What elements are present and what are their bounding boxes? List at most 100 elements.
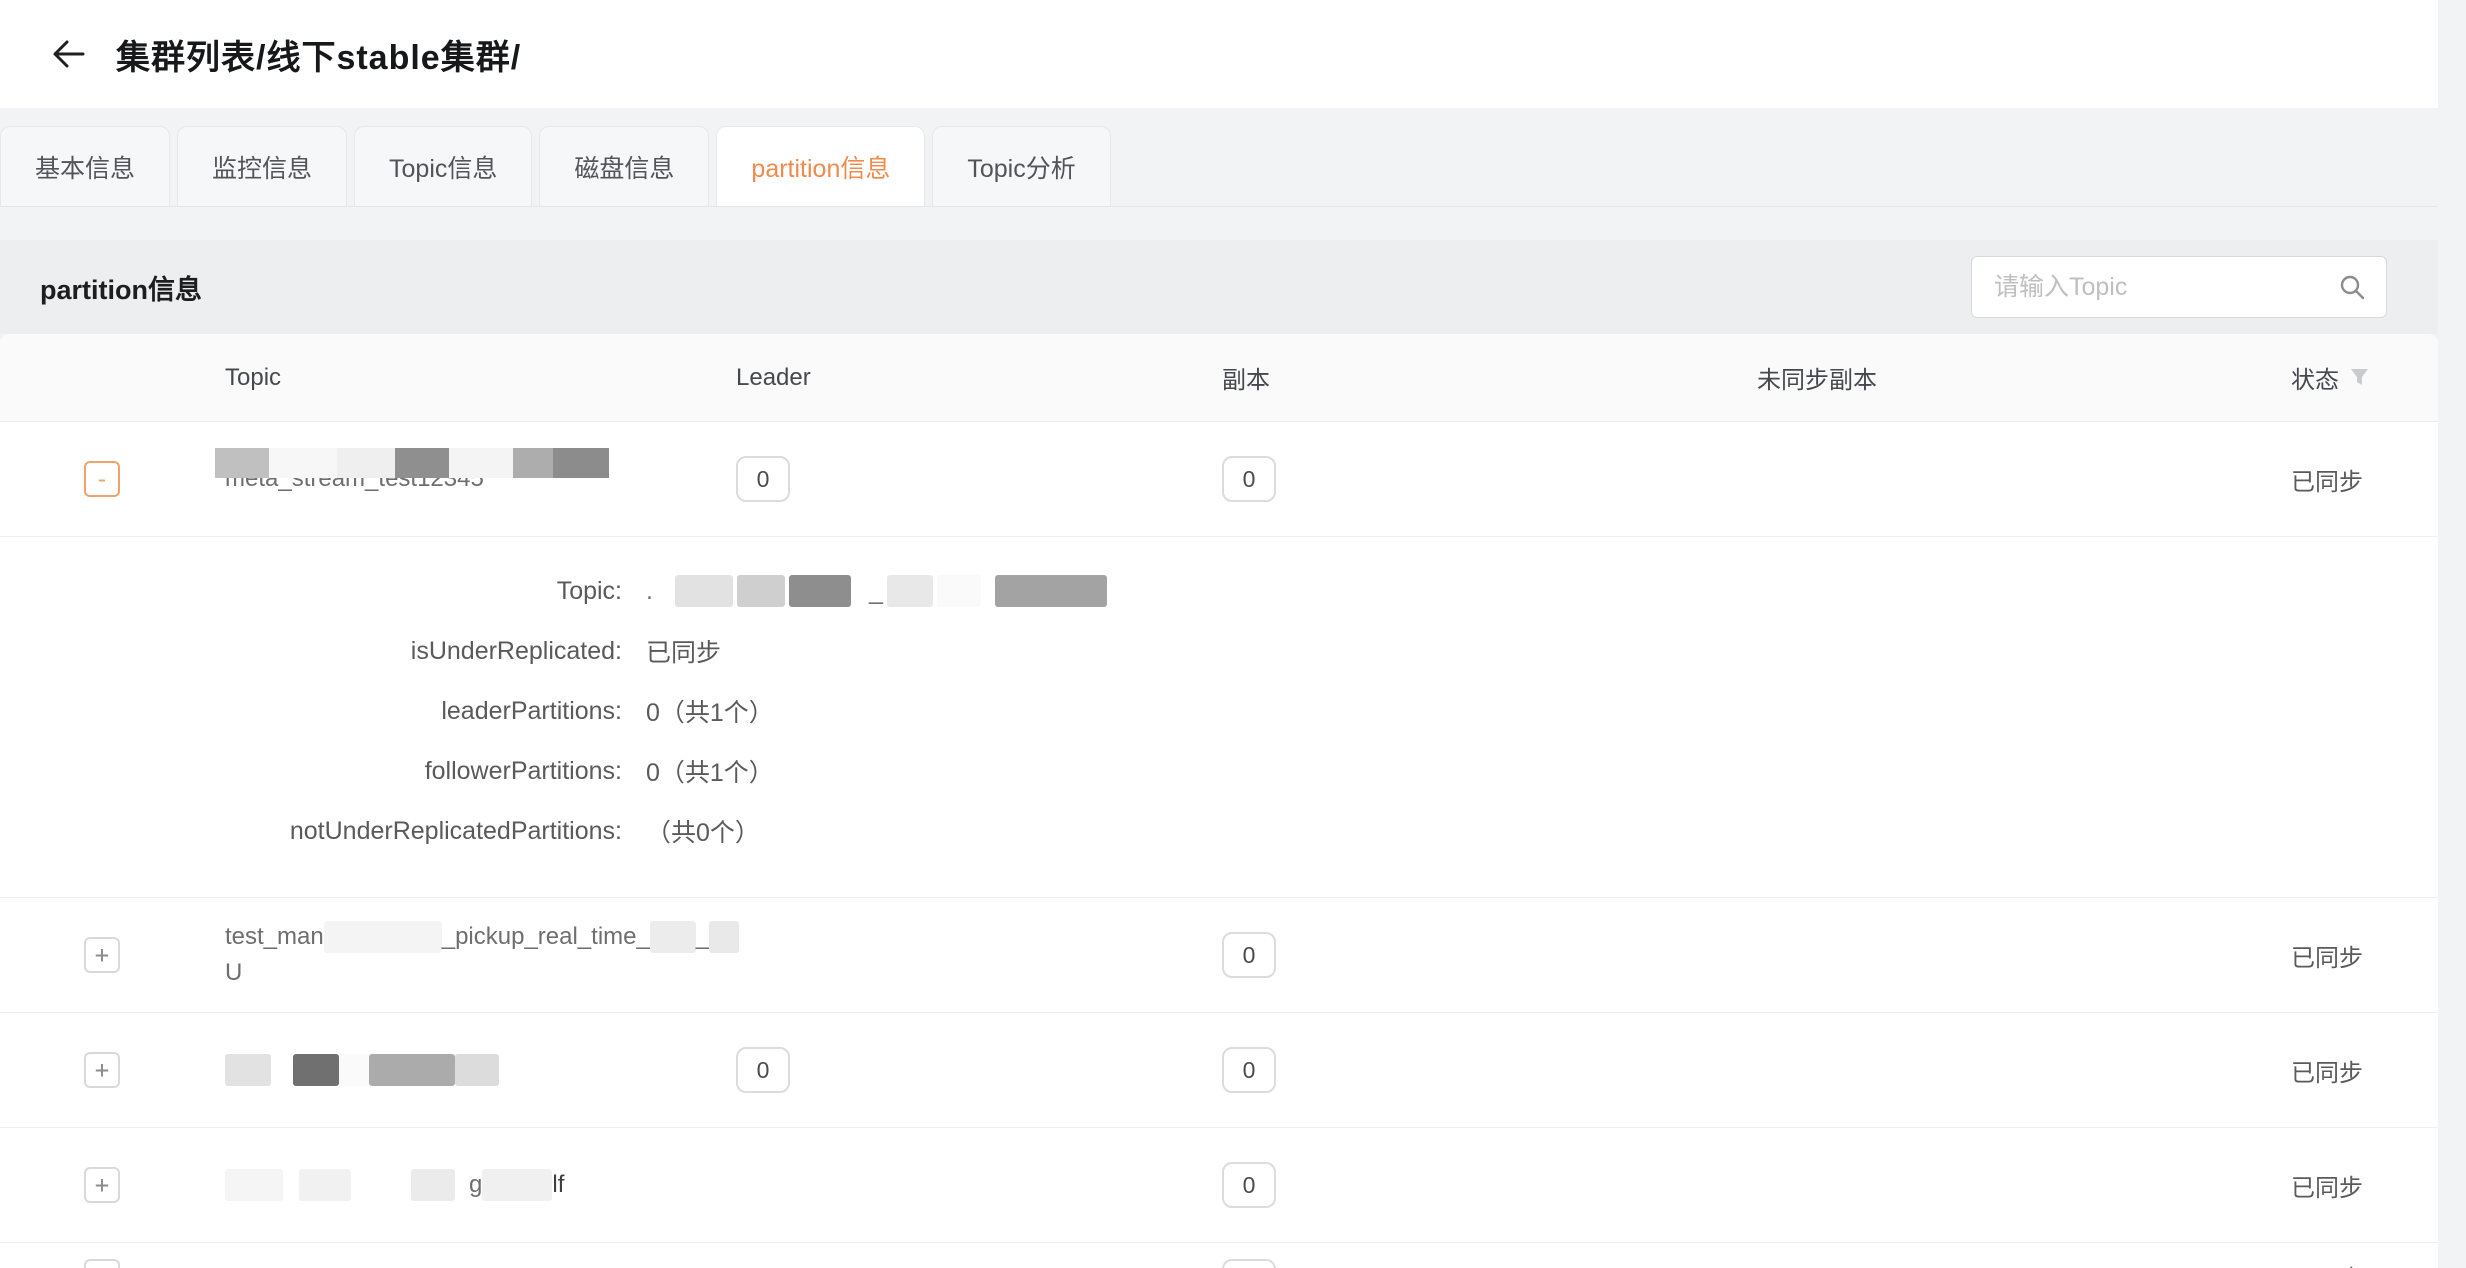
tab-3[interactable]: Topic信息 <box>354 126 532 206</box>
column-label: Topic <box>225 364 281 391</box>
redaction-block <box>553 448 609 478</box>
back-arrow-icon[interactable] <box>46 32 90 76</box>
redaction-block <box>675 575 733 607</box>
redaction-block <box>369 1054 455 1086</box>
topic-line: meta_stream_test12345 <box>225 461 711 497</box>
redaction-block <box>293 1054 339 1086</box>
redaction-block <box>937 575 981 607</box>
topic-text-fragment: U <box>225 955 242 991</box>
section-title: partition信息 <box>40 268 202 307</box>
topic-cell <box>150 1054 711 1086</box>
page: 集群列表/线下stable集群/ 基本信息监控信息Topic信息磁盘信息part… <box>0 0 2466 1268</box>
topic-cell: meta_stream_test12345 <box>150 461 711 497</box>
detail-label: notUnderReplicatedPartitions: <box>0 817 622 846</box>
topic-search-input[interactable] <box>1992 272 2338 303</box>
header-cell: 状态 <box>2266 360 2438 395</box>
status-value: 已同步 <box>2291 1053 2363 1088</box>
redaction-block <box>449 448 513 478</box>
leader-count[interactable]: 0 <box>736 1047 790 1093</box>
replica-cell: 0 <box>1197 1259 1732 1268</box>
replica-cell: 0 <box>1197 932 1732 978</box>
redaction-block <box>225 1054 271 1086</box>
replica-cell: 0 <box>1197 1162 1732 1208</box>
redaction-block <box>737 575 785 607</box>
collapse-row-button[interactable]: - <box>84 461 120 497</box>
section-header: partition信息 <box>0 240 2438 334</box>
tab-1[interactable]: 基本信息 <box>0 126 170 206</box>
topic-text-fragment: _ <box>696 919 709 955</box>
leader-cell: 0 <box>711 1047 1197 1093</box>
table-row: +test_man_pickup_real_time__U0已同步 <box>0 898 2438 1013</box>
partition-detail-panel: Topic:._ isUnderReplicated:已同步 leaderParti… <box>0 537 2438 898</box>
table-row: + glf 0 已同步 <box>0 1128 2438 1243</box>
column-label: Leader <box>736 364 811 391</box>
filter-icon[interactable] <box>2349 367 2370 388</box>
tab-5[interactable]: partition信息 <box>716 126 925 206</box>
redaction-block <box>455 1054 499 1086</box>
replica-count[interactable]: 0 <box>1222 1259 1276 1268</box>
detail-line: leaderPartitions:0（共1个） <box>0 681 2438 741</box>
topic-search-box <box>1971 256 2387 318</box>
status-value: 已同步 <box>2291 938 2363 973</box>
status-cell: 已同步 <box>2266 938 2438 973</box>
detail-label: isUnderReplicated: <box>0 637 622 666</box>
table-row: - meta_stream_test12345 0 0 已同步 <box>0 422 2438 537</box>
replica-count[interactable]: 0 <box>1222 1047 1276 1093</box>
topic-cell: glf <box>150 1167 711 1203</box>
header-cell: 副本 <box>1197 360 1732 395</box>
detail-value: ._ <box>622 575 1107 607</box>
redaction-block <box>215 448 269 478</box>
redaction-block <box>324 921 442 953</box>
column-label: 状态 <box>2291 360 2339 395</box>
replica-count[interactable]: 0 <box>1222 932 1276 978</box>
expand-cell: + <box>0 1052 150 1088</box>
status-value: 已同步 <box>2291 462 2363 497</box>
detail-line: notUnderReplicatedPartitions:（共0个） <box>0 801 2438 861</box>
status-cell: 已同步 <box>2266 462 2438 497</box>
table-header-row: TopicLeader副本未同步副本状态 <box>0 334 2438 422</box>
page-header: 集群列表/线下stable集群/ <box>0 0 2438 108</box>
detail-value: 0（共1个） <box>622 693 774 729</box>
tab-4[interactable]: 磁盘信息 <box>539 126 709 206</box>
replica-cell: 0 <box>1197 456 1732 502</box>
redaction-block <box>995 575 1107 607</box>
redaction-block <box>789 575 851 607</box>
detail-label: followerPartitions: <box>0 757 622 786</box>
redaction-block <box>395 448 449 478</box>
status-cell: 已同步 <box>2266 1168 2438 1203</box>
redaction-cover <box>215 448 609 478</box>
status-value: 已同步 <box>2291 1259 2363 1268</box>
tab-2[interactable]: 监控信息 <box>177 126 347 206</box>
detail-value: 已同步 <box>622 633 721 669</box>
topic-cell: test_man_pickup_real_time__U <box>150 919 711 991</box>
topic-line: U <box>225 955 711 991</box>
replica-count[interactable]: 0 <box>1222 456 1276 502</box>
detail-line: Topic:._ <box>0 561 2438 621</box>
expand-row-button[interactable]: + <box>84 1259 120 1268</box>
tab-6[interactable]: Topic分析 <box>932 126 1110 206</box>
status-cell: 已同步 <box>2266 1259 2438 1268</box>
header-cell: Leader <box>711 364 1197 392</box>
redaction-block <box>650 921 696 953</box>
redaction-block <box>269 448 337 478</box>
replica-count[interactable]: 0 <box>1222 1162 1276 1208</box>
expand-row-button[interactable]: + <box>84 937 120 973</box>
redaction-block <box>482 1169 552 1201</box>
replica-cell: 0 <box>1197 1047 1732 1093</box>
topic-text-fragment: test_man <box>225 919 324 955</box>
detail-value: （共0个） <box>622 813 760 849</box>
expand-row-button[interactable]: + <box>84 1052 120 1088</box>
status-cell: 已同步 <box>2266 1053 2438 1088</box>
partition-table: TopicLeader副本未同步副本状态 -meta_stream_test12… <box>0 334 2438 1268</box>
redaction-block <box>225 1169 283 1201</box>
page-title: 集群列表/线下stable集群/ <box>116 30 521 79</box>
expand-row-button[interactable]: + <box>84 1167 120 1203</box>
table-row: +0 0 已同步 <box>0 1013 2438 1128</box>
search-icon[interactable] <box>2338 273 2366 301</box>
redaction-block <box>709 921 739 953</box>
detail-label: Topic: <box>0 577 622 606</box>
topic-text-fragment: lf <box>552 1167 564 1203</box>
table-body: -meta_stream_test1234500已同步Topic:._isUnd… <box>0 422 2438 1268</box>
detail-line: followerPartitions:0（共1个） <box>0 741 2438 801</box>
leader-count[interactable]: 0 <box>736 456 790 502</box>
